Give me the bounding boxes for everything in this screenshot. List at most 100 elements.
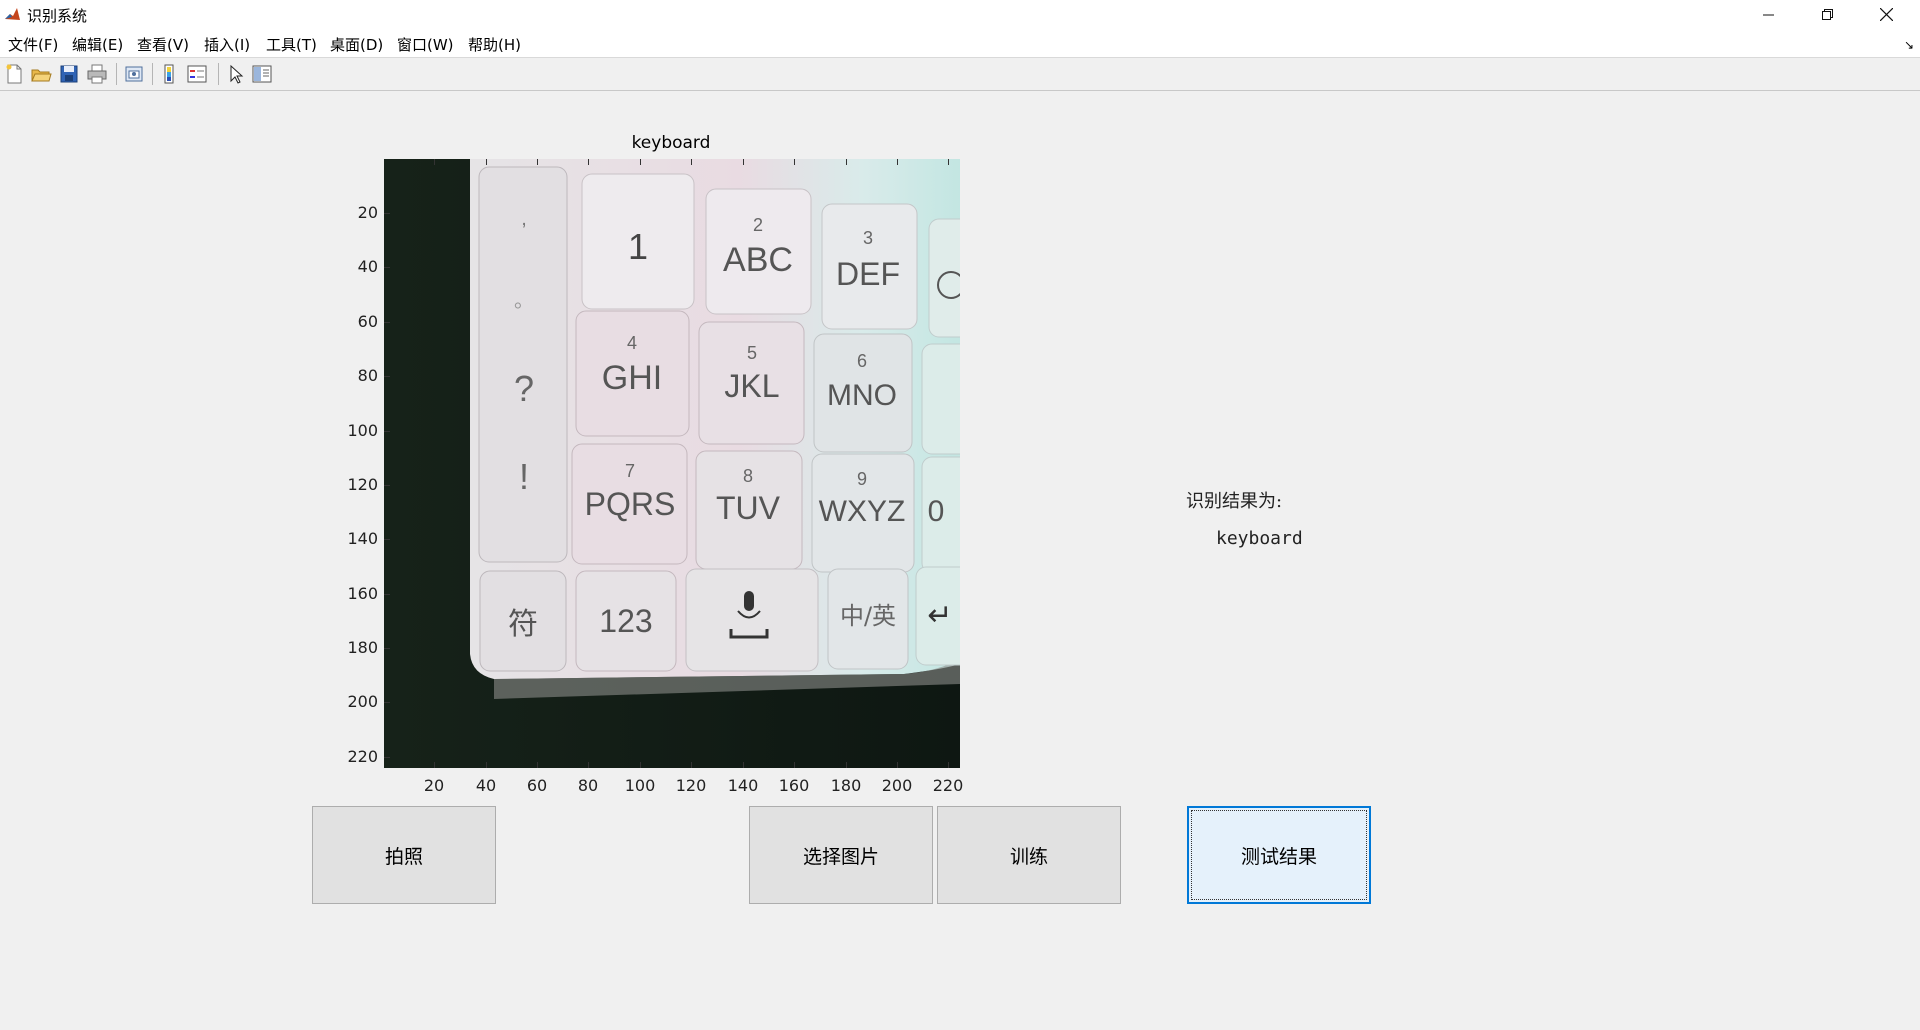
menu-desktop[interactable]: 桌面(D) bbox=[330, 34, 383, 55]
x-tick-mark bbox=[537, 159, 538, 165]
undock-arrow-icon[interactable]: ↘ bbox=[1904, 38, 1914, 52]
key-mno-digit: 6 bbox=[857, 351, 867, 371]
menu-edit[interactable]: 编辑(E) bbox=[72, 34, 123, 55]
y-tick-mark bbox=[384, 648, 390, 649]
minimize-icon bbox=[1763, 14, 1774, 15]
key-wxyz-digit: 9 bbox=[857, 469, 867, 489]
y-tick-mark bbox=[384, 431, 390, 432]
y-tick-label: 200 bbox=[347, 692, 378, 711]
menu-view[interactable]: 查看(V) bbox=[137, 34, 189, 55]
print-icon[interactable] bbox=[86, 63, 108, 85]
x-tick-label: 80 bbox=[577, 776, 599, 795]
key-wxyz-label: WXYZ bbox=[819, 495, 906, 528]
y-tick-label: 140 bbox=[347, 529, 378, 548]
close-icon bbox=[1879, 8, 1893, 21]
key-def-label: DEF bbox=[836, 256, 900, 292]
x-tick-label: 60 bbox=[526, 776, 548, 795]
key-tuv-label: TUV bbox=[716, 490, 781, 526]
key-ghi-digit: 4 bbox=[627, 333, 637, 353]
x-tick-mark bbox=[640, 762, 641, 768]
y-tick-mark bbox=[384, 757, 390, 758]
key-partial-row2 bbox=[921, 343, 960, 455]
save-icon[interactable] bbox=[58, 63, 80, 85]
y-tick-label: 60 bbox=[357, 312, 378, 331]
x-tick-label: 40 bbox=[475, 776, 497, 795]
side-key-period: 。 bbox=[514, 290, 534, 312]
x-tick-mark bbox=[588, 159, 589, 165]
menu-bar: 文件(F) 编辑(E) 查看(V) 插入(I) 工具(T) 桌面(D) 窗口(W… bbox=[0, 29, 1920, 57]
take-photo-button[interactable]: 拍照 bbox=[312, 806, 496, 904]
matlab-app-icon bbox=[3, 5, 22, 24]
key-delete bbox=[928, 218, 960, 338]
menu-tools[interactable]: 工具(T) bbox=[266, 34, 317, 55]
x-tick-label: 200 bbox=[881, 776, 913, 795]
menu-insert[interactable]: 插入(I) bbox=[204, 34, 250, 55]
menu-help[interactable]: 帮助(H) bbox=[468, 34, 521, 55]
y-tick-mark bbox=[384, 267, 390, 268]
toolbar-separator bbox=[218, 63, 219, 85]
key-def-digit: 3 bbox=[863, 228, 873, 248]
x-tick-mark bbox=[948, 159, 949, 165]
title-bar: 识别系统 bbox=[0, 0, 1920, 29]
y-tick-label: 20 bbox=[357, 203, 378, 222]
x-tick-label: 140 bbox=[727, 776, 759, 795]
menu-file[interactable]: 文件(F) bbox=[8, 34, 58, 55]
y-tick-label: 160 bbox=[347, 584, 378, 603]
key-space bbox=[685, 568, 819, 672]
x-tick-mark bbox=[794, 762, 795, 768]
key-mno-label: MNO bbox=[827, 379, 897, 412]
y-tick-label: 180 bbox=[347, 638, 378, 657]
key-jkl-digit: 5 bbox=[747, 343, 757, 363]
axes-image: , 。 ? ! 1 2 ABC 3 DEF 4 GHI 5 JKL 6 MNO … bbox=[384, 159, 960, 768]
y-tick-mark bbox=[384, 485, 390, 486]
y-tick-label: 220 bbox=[347, 747, 378, 766]
link-plot-icon[interactable] bbox=[123, 63, 145, 85]
select-image-button[interactable]: 选择图片 bbox=[749, 806, 933, 904]
colorbar-icon[interactable] bbox=[159, 63, 181, 85]
property-inspector-icon[interactable] bbox=[251, 63, 273, 85]
close-button[interactable] bbox=[1857, 0, 1915, 29]
key-lang-label: 中/英 bbox=[840, 602, 896, 630]
key-tuv-digit: 8 bbox=[743, 466, 753, 486]
x-tick-label: 160 bbox=[778, 776, 810, 795]
y-tick-mark bbox=[384, 702, 390, 703]
x-tick-label: 20 bbox=[423, 776, 445, 795]
key-symbols-label: 符 bbox=[508, 607, 538, 642]
y-tick-mark bbox=[384, 594, 390, 595]
side-key-exclaim: ! bbox=[519, 456, 529, 497]
x-tick-label: 100 bbox=[624, 776, 656, 795]
legend-icon[interactable] bbox=[186, 63, 208, 85]
y-tick-label: 40 bbox=[357, 257, 378, 276]
x-tick-mark bbox=[846, 159, 847, 165]
result-value: keyboard bbox=[1216, 528, 1303, 549]
train-button[interactable]: 训练 bbox=[937, 806, 1121, 904]
test-result-button[interactable]: 测试结果 bbox=[1187, 806, 1371, 904]
x-tick-mark bbox=[434, 762, 435, 768]
new-figure-icon[interactable] bbox=[3, 63, 25, 85]
minimize-button[interactable] bbox=[1740, 0, 1798, 29]
x-tick-mark bbox=[434, 159, 435, 165]
toolbar-separator bbox=[152, 63, 153, 85]
pointer-icon[interactable] bbox=[225, 63, 247, 85]
y-tick-mark bbox=[384, 539, 390, 540]
x-tick-mark bbox=[743, 762, 744, 768]
menu-window[interactable]: 窗口(W) bbox=[397, 34, 454, 55]
x-tick-mark bbox=[794, 159, 795, 165]
x-tick-mark bbox=[691, 159, 692, 165]
y-tick-mark bbox=[384, 213, 390, 214]
key-pqrs-label: PQRS bbox=[585, 486, 676, 522]
x-tick-mark bbox=[948, 762, 949, 768]
x-tick-mark bbox=[691, 762, 692, 768]
x-tick-label: 120 bbox=[675, 776, 707, 795]
x-tick-mark bbox=[486, 762, 487, 768]
key-abc-digit: 2 bbox=[753, 215, 763, 235]
key-123-label: 123 bbox=[599, 603, 652, 639]
axes-title: keyboard bbox=[631, 133, 711, 153]
open-icon[interactable] bbox=[30, 63, 52, 85]
x-tick-label: 220 bbox=[932, 776, 964, 795]
restore-button[interactable] bbox=[1799, 0, 1857, 29]
restore-icon bbox=[1822, 8, 1833, 20]
y-tick-label: 120 bbox=[347, 475, 378, 494]
y-tick-mark bbox=[384, 376, 390, 377]
key-enter-label: ↵ bbox=[927, 598, 952, 633]
